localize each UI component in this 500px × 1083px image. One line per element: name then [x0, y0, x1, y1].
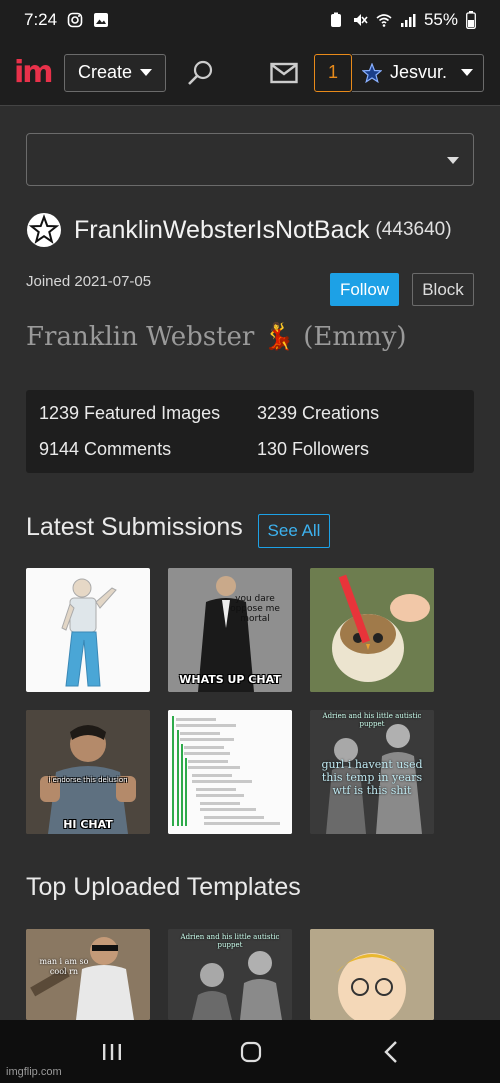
- submission-thumbnail[interactable]: i endorse this delusion HI CHAT: [26, 710, 150, 834]
- followers-stat[interactable]: 130 Followers: [257, 439, 369, 460]
- create-menu-button[interactable]: Create: [64, 53, 166, 92]
- thumbnail-caption: WHATS UP CHAT: [179, 673, 281, 686]
- mute-icon: [353, 14, 368, 26]
- current-username: Jesvur.: [390, 62, 448, 82]
- thumbs-up-man-image: [26, 710, 150, 834]
- featured-images-stat[interactable]: 1239 Featured Images: [39, 403, 220, 424]
- comment-thread-screenshot-image: [168, 710, 292, 834]
- cartoon-character-image: [310, 929, 434, 1020]
- gallery-icon: [94, 13, 109, 27]
- system-navigation-bar: [0, 1020, 500, 1083]
- chevron-down-icon: [447, 157, 459, 164]
- profile-section-select[interactable]: [26, 133, 474, 186]
- chevron-down-icon: [140, 69, 153, 76]
- thumbnail-top-text: you dare oppose me mortal: [230, 594, 280, 624]
- thumbnail-caption: man i am so cool rn: [39, 957, 89, 976]
- search-icon[interactable]: [186, 58, 216, 88]
- back-icon[interactable]: [383, 1040, 399, 1064]
- instagram-icon: [67, 12, 83, 28]
- top-templates-title: Top Uploaded Templates: [26, 873, 301, 901]
- signal-icon: [400, 14, 416, 27]
- chevron-down-icon: [461, 69, 473, 76]
- user-star-icon: [27, 213, 61, 247]
- battery-percent: 55%: [423, 10, 458, 29]
- battery-saver-icon: [330, 12, 341, 27]
- battery-icon: [466, 11, 476, 29]
- block-button[interactable]: Block: [412, 273, 474, 306]
- status-time: 7:24: [24, 10, 58, 29]
- mail-icon[interactable]: [270, 62, 298, 84]
- latest-submissions-title: Latest Submissions: [26, 513, 243, 541]
- thumbnail-top-text: Adrien and his little autistic puppet: [322, 712, 422, 729]
- status-bar: 7:24 55%: [0, 0, 500, 40]
- create-label: Create: [77, 62, 133, 82]
- profile-header: FranklinWebsterIsNotBack (443640): [26, 212, 476, 248]
- site-logo[interactable]: im: [14, 55, 54, 90]
- template-thumbnail[interactable]: Adrien and his little autistic puppet: [168, 929, 292, 1020]
- cartoon-owl-image: [310, 568, 434, 692]
- thumbnail-top-text: i endorse this delusion: [48, 776, 128, 784]
- imgflip-watermark: imgflip.com: [6, 1066, 62, 1078]
- dancer-emoji: 💃: [262, 322, 295, 352]
- display-name-text: Franklin Webster: [26, 322, 255, 352]
- join-date: Joined 2021-07-05: [26, 273, 152, 290]
- thumbnail-caption: Adrien and his little autistic puppet: [180, 933, 280, 950]
- profile-username: FranklinWebsterIsNotBack: [74, 215, 370, 244]
- template-thumbnail[interactable]: [310, 929, 434, 1020]
- template-thumbnail[interactable]: man i am so cool rn: [26, 929, 150, 1020]
- display-name-suffix: (Emmy): [303, 322, 407, 352]
- submission-thumbnail[interactable]: [168, 710, 292, 834]
- profile-user-id: (443640): [375, 219, 452, 240]
- submission-thumbnail[interactable]: you dare oppose me mortal WHATS UP CHAT: [168, 568, 292, 692]
- thumbnail-caption: HI CHAT: [63, 818, 113, 831]
- recent-apps-icon[interactable]: [101, 1042, 123, 1062]
- follow-button[interactable]: Follow: [330, 273, 399, 306]
- user-menu-button[interactable]: Jesvur.: [352, 53, 484, 92]
- home-icon[interactable]: [240, 1041, 262, 1063]
- user-star-icon: [362, 62, 382, 83]
- creations-stat[interactable]: 3239 Creations: [257, 403, 379, 424]
- profile-display-name: Franklin Webster 💃 (Emmy): [26, 322, 407, 352]
- profile-stats: 1239 Featured Images 3239 Creations 9144…: [26, 390, 474, 473]
- submission-thumbnail[interactable]: [26, 568, 150, 692]
- drawing-figure-image: [61, 578, 117, 687]
- thumbnail-caption: gurl i havent used this temp in years wt…: [321, 758, 423, 798]
- see-all-button[interactable]: See All: [258, 514, 330, 548]
- comments-stat[interactable]: 9144 Comments: [39, 439, 171, 460]
- top-navigation: im Create 1 Jesvur.: [0, 40, 500, 106]
- notification-count-badge[interactable]: 1: [314, 53, 352, 92]
- submission-thumbnail[interactable]: Adrien and his little autistic puppet gu…: [310, 710, 434, 834]
- wifi-icon: [376, 14, 392, 27]
- submission-thumbnail[interactable]: [310, 568, 434, 692]
